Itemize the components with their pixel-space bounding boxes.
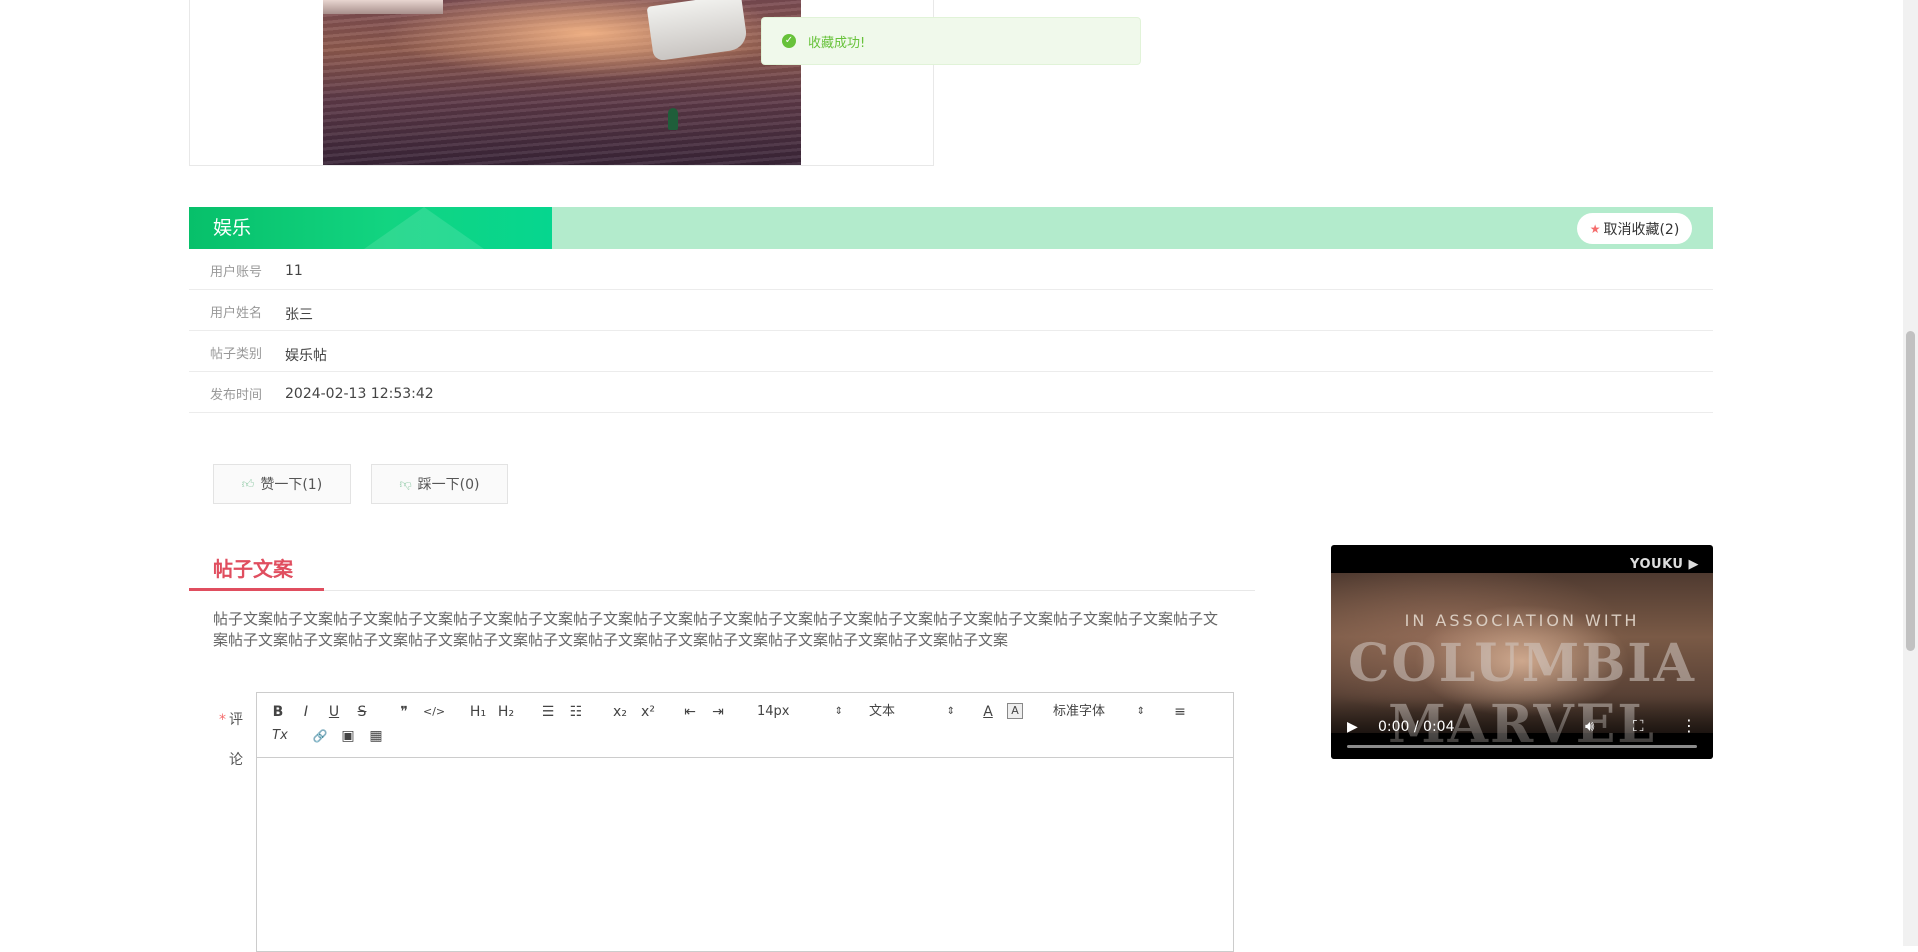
more-vertical-icon[interactable]: ⋮ [1681,716,1697,735]
dislike-label: 踩一下(0) [417,477,480,493]
clean-format-button[interactable]: Tx [269,727,291,745]
outdent-button[interactable]: ⇤ [681,703,699,721]
select-arrows-icon: ⇕ [834,706,843,717]
volume-icon[interactable]: 🔊︎ [1585,717,1594,735]
subscript-button[interactable]: x₂ [609,703,631,721]
font-size-value: 14px [757,704,790,719]
comment-label-text: 评论 [229,712,243,768]
video-time: 0:00 / 0:04 [1378,719,1455,735]
info-value: 娱乐帖 [285,348,327,364]
editor-content-area[interactable] [257,758,1233,952]
select-arrows-icon: ⇕ [946,706,955,717]
align-button[interactable]: ≡ [1171,703,1189,721]
background-color-button[interactable]: A [1007,703,1023,719]
info-value: 11 [285,263,303,279]
video-player[interactable]: IN ASSOCIATION WITH COLUMBIA MARVEL YOUK… [1331,545,1713,759]
header2-button[interactable]: H₂ [495,703,517,721]
section-title: 帖子文案 [213,557,293,581]
thumbs-down-icon: 👎︎ [399,476,412,491]
video-frame-text: IN ASSOCIATION WITH [1404,611,1640,630]
category-title: 娱乐 [213,217,252,239]
info-label: 用户账号 [210,265,263,280]
video-progress-track[interactable] [1347,745,1697,748]
header-select[interactable]: 文本 ⇕ [869,703,955,721]
image-detail-dock [323,0,443,14]
info-row-category: 帖子类别 娱乐帖 [189,331,1713,372]
like-label: 赞一下(1) [260,477,323,493]
indent-button[interactable]: ⇥ [709,703,727,721]
comment-editor: B I U S ❞ </> H₁ H₂ ☰ ☷ x₂ x² ⇤ ⇥ 14px ⇕… [256,692,1234,952]
blockquote-button[interactable]: ❞ [395,703,413,721]
star-icon: ★ [1589,221,1601,236]
info-value: 2024-02-13 12:53:42 [285,386,434,402]
video-button[interactable]: ▦ [367,727,385,745]
section-divider [189,590,1255,591]
font-family-value: 标准字体 [1053,704,1106,719]
info-row-publish-time: 发布时间 2024-02-13 12:53:42 [189,372,1713,413]
code-block-button[interactable]: </> [423,703,445,721]
strike-button[interactable]: S [353,703,371,721]
info-label: 用户姓名 [210,306,263,321]
italic-button[interactable]: I [297,703,315,721]
info-row-account: 用户账号 11 [189,249,1713,290]
info-row-username: 用户姓名 张三 [189,290,1713,331]
post-content: 帖子文案帖子文案帖子文案帖子文案帖子文案帖子文案帖子文案帖子文案帖子文案帖子文案… [213,610,1219,649]
select-arrows-icon: ⇕ [1136,706,1145,717]
toast-message: 收藏成功! [808,35,866,51]
bold-button[interactable]: B [269,703,287,721]
dislike-button[interactable]: 👎︎ 踩一下(0) [371,464,508,504]
section-title-underline [189,588,324,591]
success-toast: ✓ 收藏成功! [761,17,1141,65]
image-detail-buoy [668,108,678,130]
youku-logo: YOUKU ▶ [1630,557,1699,572]
header-value: 文本 [869,704,896,719]
play-icon[interactable]: ▶ [1347,719,1358,735]
font-family-select[interactable]: 标准字体 ⇕ [1053,703,1145,721]
required-mark: * [219,712,226,728]
fullscreen-icon[interactable]: ⛶ [1633,717,1644,735]
comment-label: * 评论 [217,700,243,780]
info-value: 张三 [285,307,313,323]
bullet-list-button[interactable]: ☷ [567,703,585,721]
scrollbar-thumb[interactable] [1906,331,1915,651]
check-circle-icon: ✓ [782,34,796,48]
superscript-button[interactable]: x² [637,703,659,721]
like-button[interactable]: 👍︎ 赞一下(1) [213,464,351,504]
image-button[interactable]: ▣ [339,727,357,745]
video-controls: ▶ 0:00 / 0:04 🔊︎ ⛶ ⋮ [1331,699,1713,759]
editor-toolbar: B I U S ❞ </> H₁ H₂ ☰ ☷ x₂ x² ⇤ ⇥ 14px ⇕… [257,693,1233,758]
font-color-button[interactable]: A [979,703,997,721]
underline-button[interactable]: U [325,703,343,721]
info-label: 帖子类别 [210,347,263,362]
ordered-list-button[interactable]: ☰ [539,703,557,721]
header1-button[interactable]: H₁ [467,703,489,721]
info-label: 发布时间 [210,388,263,403]
link-button[interactable]: 🔗 [311,727,329,745]
unfavorite-label: 取消收藏(2) [1603,221,1680,238]
unfavorite-button[interactable]: ★ 取消收藏(2) [1577,213,1692,244]
thumbs-up-icon: 👍︎ [241,476,255,491]
font-size-select[interactable]: 14px ⇕ [757,703,843,721]
